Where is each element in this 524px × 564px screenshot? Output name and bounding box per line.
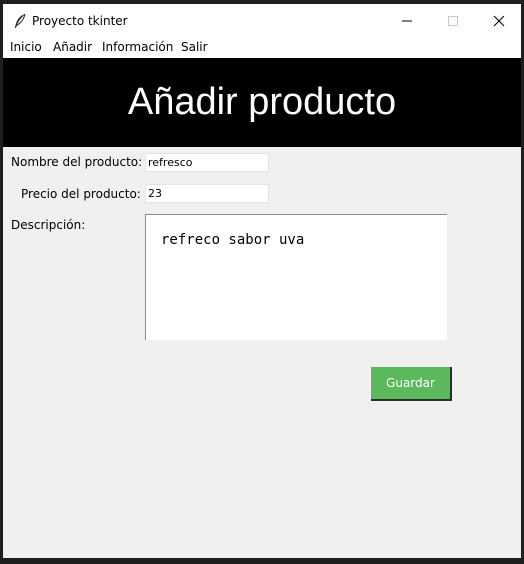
header-banner: Añadir producto — [3, 58, 521, 147]
page-title: Añadir producto — [127, 81, 397, 123]
nombre-label: Nombre del producto: — [11, 155, 143, 169]
precio-label: Precio del producto: — [21, 187, 141, 201]
menu-inicio[interactable]: Inicio — [10, 40, 42, 54]
descripcion-text: refreco sabor uva — [161, 232, 305, 248]
precio-input[interactable]: 23 — [145, 184, 269, 203]
menu-anadir[interactable]: Añadir — [53, 40, 92, 54]
maximize-button[interactable] — [430, 4, 476, 38]
save-button[interactable]: Guardar — [371, 367, 452, 401]
nombre-input[interactable]: refresco — [145, 153, 269, 172]
minimize-icon — [402, 20, 412, 22]
feather-icon — [13, 13, 27, 29]
menu-bar: Inicio Añadir Información Salir — [3, 38, 521, 58]
descripcion-label: Descripción: — [11, 218, 86, 232]
menu-salir[interactable]: Salir — [181, 40, 208, 54]
close-icon — [493, 15, 505, 27]
close-button[interactable] — [476, 4, 521, 38]
window-title: Proyecto tkinter — [32, 14, 128, 28]
title-bar[interactable]: Proyecto tkinter — [3, 4, 521, 38]
app-window: Proyecto tkinter Inicio Añadir Informaci… — [3, 4, 521, 558]
descripcion-textarea[interactable]: refreco sabor uva — [145, 214, 447, 340]
maximize-icon — [448, 16, 458, 26]
menu-informacion[interactable]: Información — [102, 40, 173, 54]
minimize-button[interactable] — [384, 4, 430, 38]
